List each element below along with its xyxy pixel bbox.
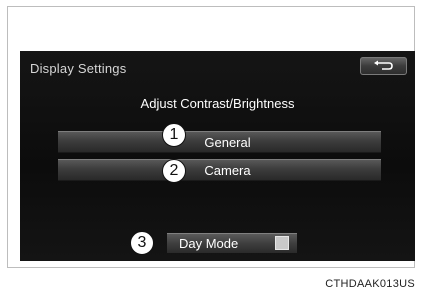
display-settings-screen: Display Settings Adjust Contrast/Brightn… xyxy=(20,51,415,261)
screen-title: Display Settings xyxy=(30,61,127,76)
adjust-contrast-brightness-heading: Adjust Contrast/Brightness xyxy=(140,96,295,111)
day-mode-button[interactable]: Day Mode xyxy=(167,233,297,253)
return-arrow-icon xyxy=(373,60,395,72)
camera-button-label: Camera xyxy=(204,162,251,178)
back-button[interactable] xyxy=(360,57,407,75)
general-button-label: General xyxy=(204,134,251,150)
day-mode-label: Day Mode xyxy=(179,235,239,251)
callout-2: 2 xyxy=(162,159,186,183)
camera-button[interactable]: Camera xyxy=(58,159,381,181)
indicator-square-icon xyxy=(275,236,289,250)
callout-3: 3 xyxy=(130,231,154,255)
general-button[interactable]: General xyxy=(58,131,381,153)
figure-code: CTHDAAK013US xyxy=(325,278,415,290)
callout-1: 1 xyxy=(162,123,186,147)
